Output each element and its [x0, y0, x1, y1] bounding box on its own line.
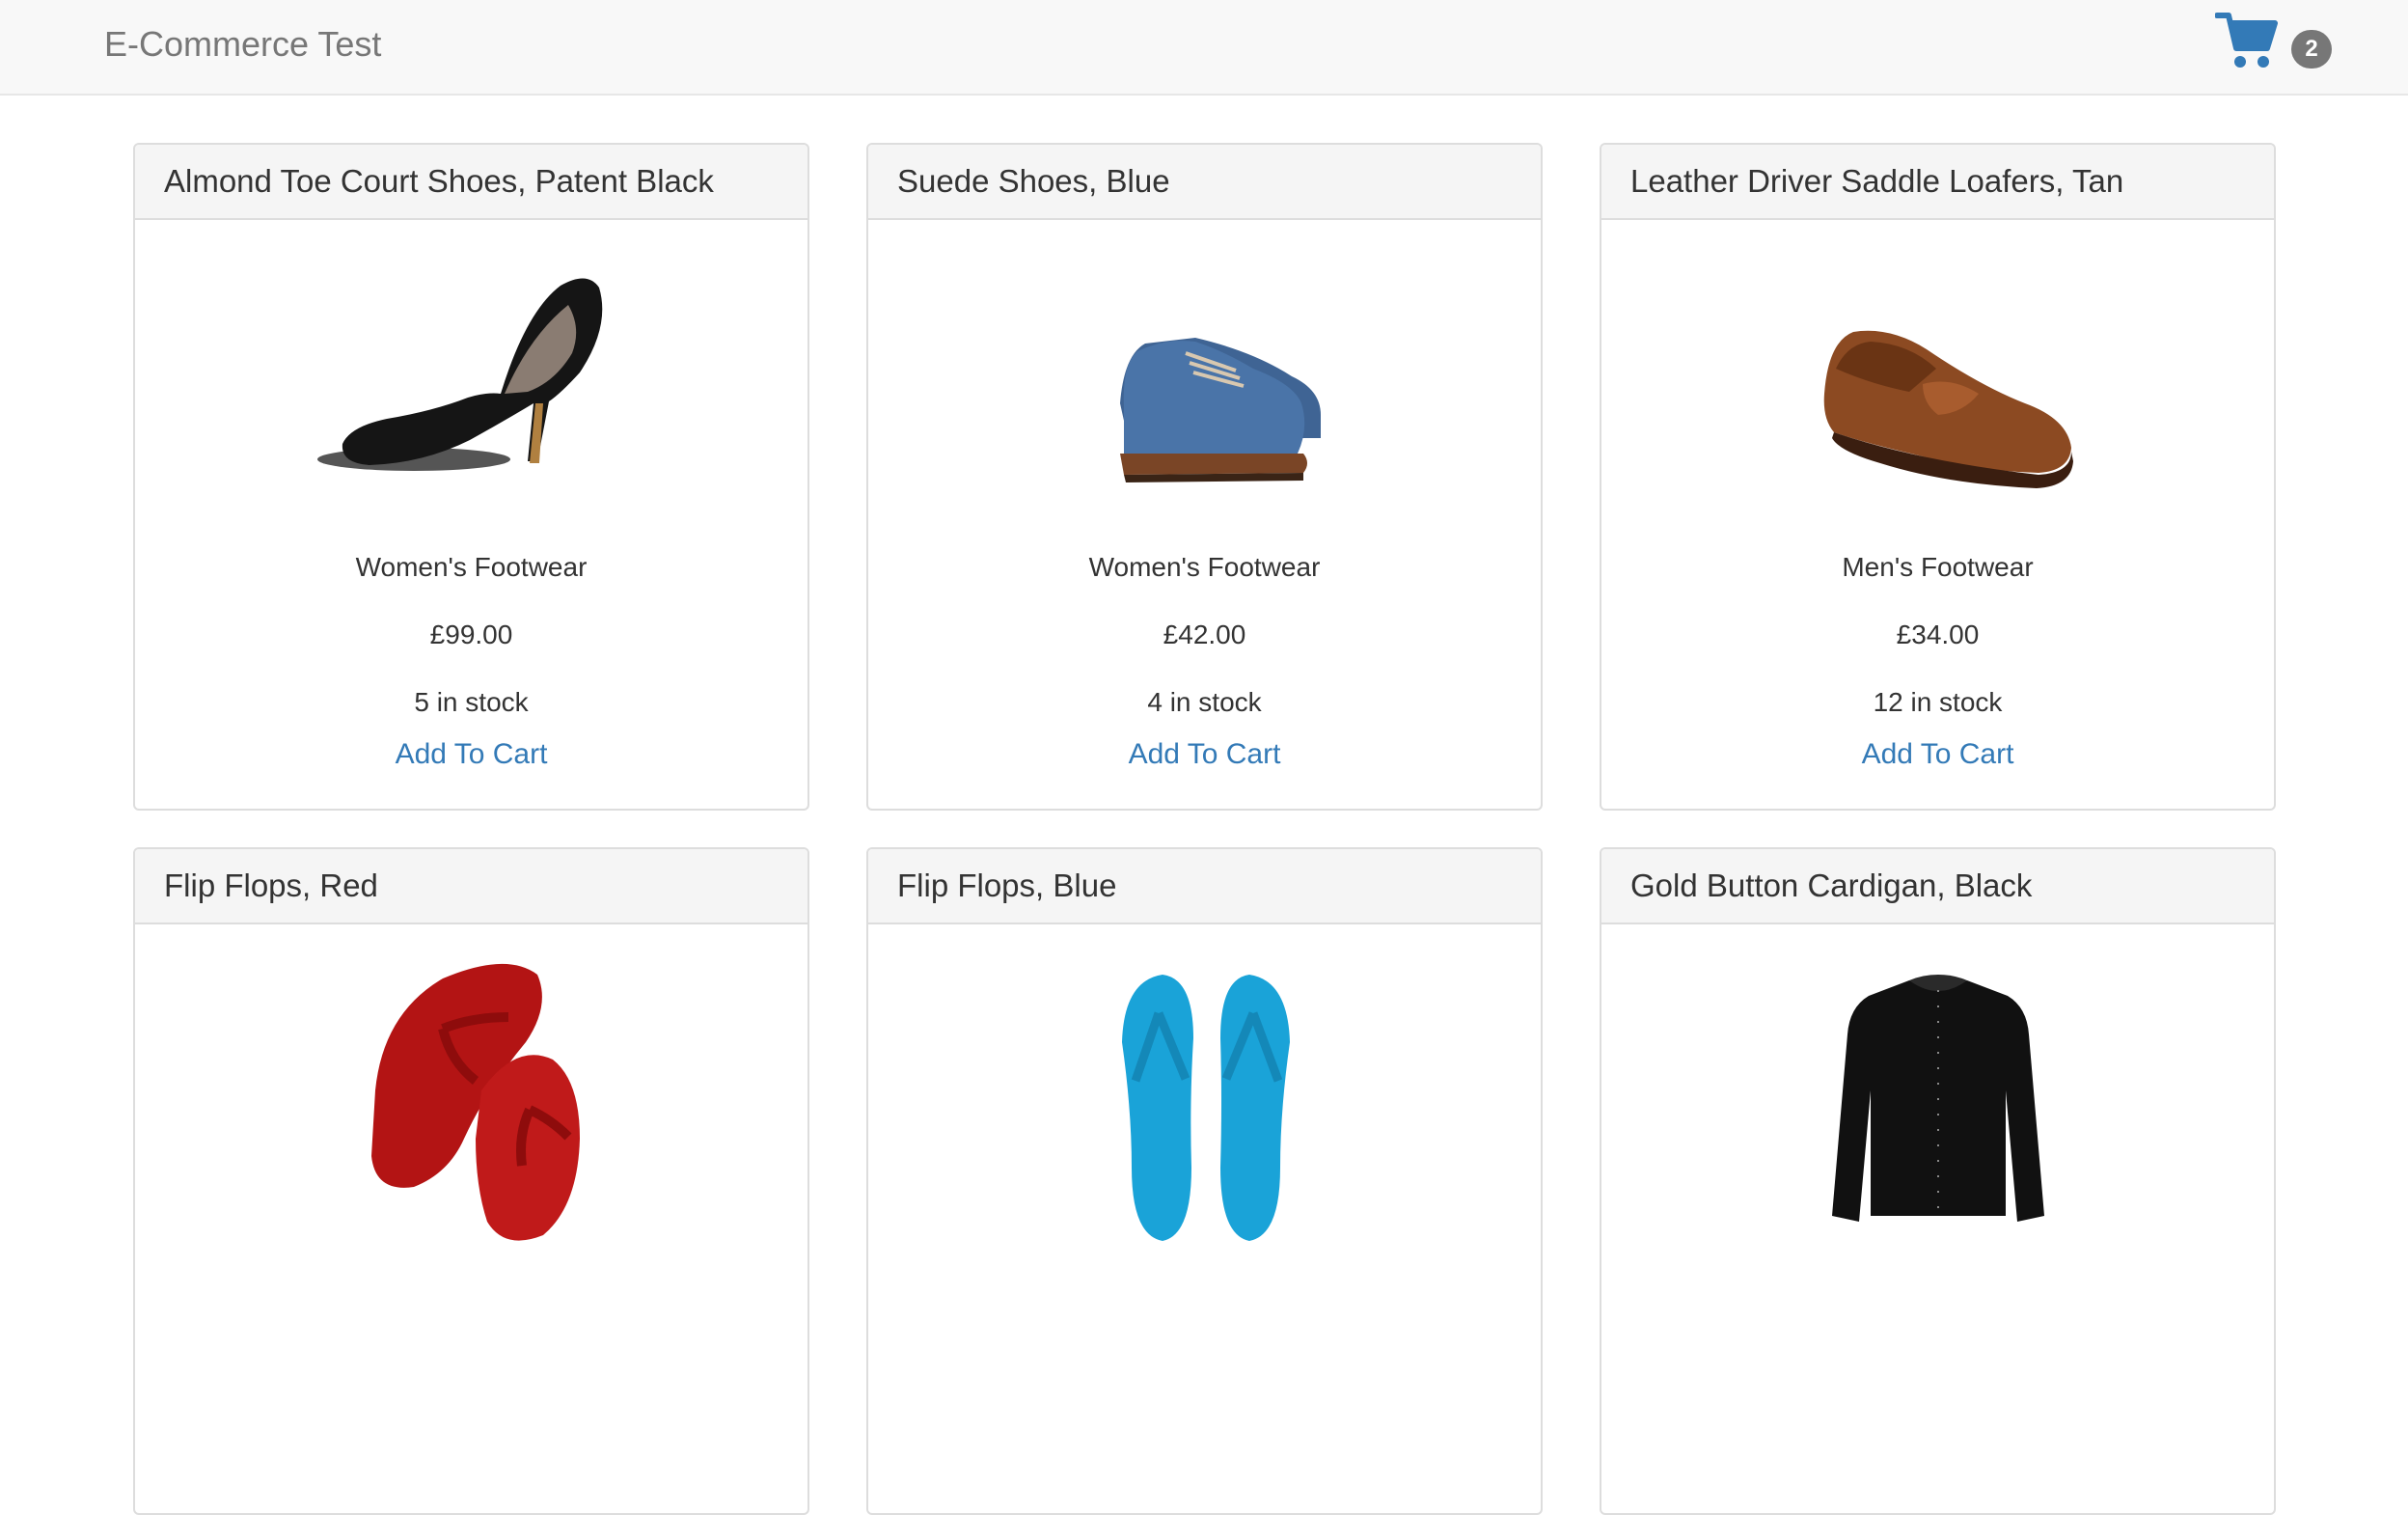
product-card: Flip Flops, Red: [133, 847, 809, 1515]
brand-title[interactable]: E-Commerce Test: [104, 21, 381, 68]
add-to-cart-link[interactable]: Add To Cart: [135, 735, 807, 774]
product-category: Women's Footwear: [1088, 552, 1321, 582]
product-stock: 5 in stock: [414, 687, 529, 717]
add-to-cart-link[interactable]: Add To Cart: [868, 735, 1541, 774]
product-title: Leather Driver Saddle Loafers, Tan: [1601, 145, 2274, 220]
product-stock: 12 in stock: [1873, 687, 2003, 717]
product-category: Men's Footwear: [1842, 552, 2034, 582]
cart-button[interactable]: 2: [2215, 10, 2340, 71]
blue-flip-flops-image: [1121, 975, 1290, 1241]
cart-count-badge: 2: [2291, 30, 2332, 69]
product-card: Gold Button Cardigan, Black: [1600, 847, 2276, 1515]
shopping-cart-icon: [2215, 13, 2278, 68]
product-title: Flip Flops, Blue: [868, 849, 1541, 924]
product-stock: 4 in stock: [1147, 687, 1262, 717]
black-cardigan-image: [1831, 975, 2044, 1222]
product-card: Flip Flops, Blue: [866, 847, 1543, 1515]
product-price: £42.00: [1163, 620, 1246, 649]
red-flip-flops-image: [370, 963, 580, 1241]
navbar: E-Commerce Test 2: [0, 0, 2408, 96]
product-card: Leather Driver Saddle Loafers, Tan Men's…: [1600, 143, 2276, 811]
product-price: £99.00: [429, 620, 513, 649]
product-title: Flip Flops, Red: [135, 849, 807, 924]
product-title: Suede Shoes, Blue: [868, 145, 1541, 220]
add-to-cart-link[interactable]: Add To Cart: [1601, 735, 2274, 774]
product-price: £34.00: [1896, 620, 1980, 649]
tan-loafer-image: [1823, 330, 2073, 488]
product-title: Gold Button Cardigan, Black: [1601, 849, 2274, 924]
black-court-shoe-image: [316, 278, 602, 471]
product-category: Women's Footwear: [355, 552, 588, 582]
product-card: Suede Shoes, Blue Women's Footwear £42.0…: [866, 143, 1543, 811]
product-title: Almond Toe Court Shoes, Patent Black: [135, 145, 807, 220]
product-card: Almond Toe Court Shoes, Patent Black Wom…: [133, 143, 809, 811]
blue-suede-brogues-image: [1119, 338, 1321, 482]
